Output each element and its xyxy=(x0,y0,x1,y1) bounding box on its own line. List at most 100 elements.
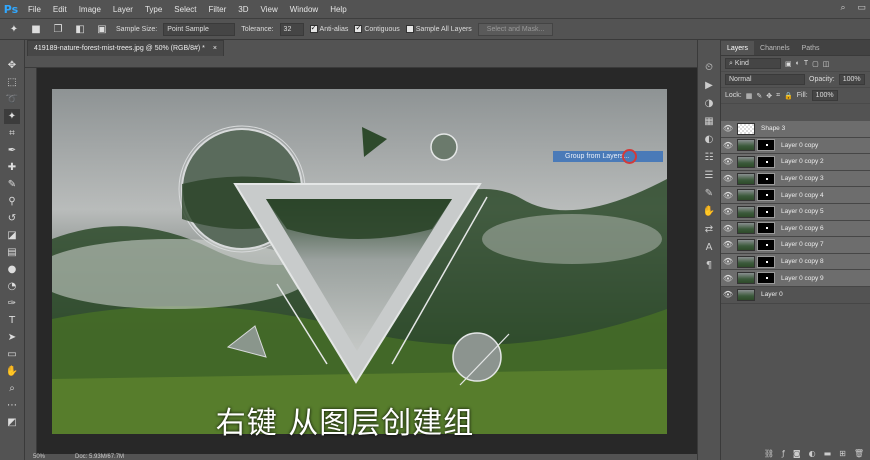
context-menu-item-group-from-layers[interactable]: Group from Layers... xyxy=(553,151,663,162)
blend-mode-select[interactable]: Normal xyxy=(725,74,805,85)
visibility-eye-icon[interactable]: 👁 xyxy=(721,157,735,166)
color-icon[interactable]: ◑ xyxy=(702,96,716,110)
lasso-tool-icon[interactable]: ➰ xyxy=(4,92,20,107)
canvas-image[interactable] xyxy=(52,89,667,434)
color-swatches-icon[interactable]: ◩ xyxy=(4,415,20,430)
layer-row[interactable]: 👁 Layer 0 copy 5 xyxy=(721,203,870,221)
lock-artboard-icon[interactable]: ⌗ xyxy=(776,92,780,100)
visibility-eye-icon[interactable]: 👁 xyxy=(721,274,735,283)
magic-wand-tool-icon[interactable]: ✦ xyxy=(4,109,20,124)
opacity-input[interactable]: 100% xyxy=(838,74,865,85)
menu-window[interactable]: Window xyxy=(284,5,324,14)
layer-row[interactable]: 👁 Layer 0 copy xyxy=(721,137,870,155)
clone-source-icon[interactable]: ✋ xyxy=(702,204,716,218)
move-tool-icon[interactable]: ✥ xyxy=(4,58,20,73)
visibility-eye-icon[interactable]: 👁 xyxy=(721,141,735,150)
new-group-icon[interactable]: ▬ xyxy=(824,449,832,458)
contiguous-option[interactable]: Contiguous xyxy=(354,23,400,33)
workspace-icon[interactable]: ▭ xyxy=(857,2,866,13)
libraries-icon[interactable]: ☷ xyxy=(702,150,716,164)
gradient-tool-icon[interactable]: ▤ xyxy=(4,245,20,260)
filter-smart-icon[interactable]: ◫ xyxy=(823,60,830,68)
filter-type-icon[interactable]: T xyxy=(804,60,808,67)
filter-pixel-icon[interactable]: ▣ xyxy=(785,60,792,68)
crop-tool-icon[interactable]: ⌗ xyxy=(4,126,20,141)
tab-layers[interactable]: Layers xyxy=(721,41,755,55)
intersect-selection-icon[interactable]: ▣ xyxy=(94,22,110,37)
select-and-mask-button[interactable]: Select and Mask... xyxy=(477,22,554,36)
close-tab-icon[interactable]: × xyxy=(213,45,217,52)
menu-help[interactable]: Help xyxy=(324,5,352,14)
zoom-tool-icon[interactable]: ⌕ xyxy=(4,381,20,396)
sample-all-layers-option[interactable]: Sample All Layers xyxy=(405,25,472,33)
eraser-tool-icon[interactable]: ◪ xyxy=(4,228,20,243)
filter-adjustment-icon[interactable]: ◐ xyxy=(796,60,800,67)
brush-tool-icon[interactable]: ✎ xyxy=(4,177,20,192)
lock-position-icon[interactable]: ✥ xyxy=(766,92,772,100)
add-mask-icon[interactable]: ◙ xyxy=(793,449,801,458)
layer-row[interactable]: 👁 Layer 0 copy 7 xyxy=(721,237,870,254)
menu-3d[interactable]: 3D xyxy=(232,5,254,14)
menu-file[interactable]: File xyxy=(22,5,47,14)
sample-size-select[interactable]: Point Sample xyxy=(163,22,236,36)
history-brush-icon[interactable]: ↺ xyxy=(4,211,20,226)
history-icon[interactable]: ⏲ xyxy=(702,60,716,74)
character-icon[interactable]: A xyxy=(702,240,716,254)
lock-all-icon[interactable]: 🔒 xyxy=(784,92,793,100)
type-tool-icon[interactable]: T xyxy=(4,313,20,328)
marquee-tool-icon[interactable]: ⬚ xyxy=(4,75,20,90)
menu-image[interactable]: Image xyxy=(73,5,107,14)
kind-filter-select[interactable]: ⌕ Kind xyxy=(725,58,781,69)
anti-alias-checkbox[interactable] xyxy=(309,23,318,33)
tolerance-input[interactable]: 32 xyxy=(279,22,304,36)
visibility-eye-icon[interactable]: 👁 xyxy=(721,224,735,233)
tab-channels[interactable]: Channels xyxy=(754,41,796,55)
adjustments-icon[interactable]: ◐ xyxy=(702,132,716,146)
hand-tool-icon[interactable]: ✋ xyxy=(4,364,20,379)
contiguous-checkbox[interactable] xyxy=(354,23,363,33)
visibility-eye-icon[interactable]: 👁 xyxy=(721,257,735,266)
tool-presets-icon[interactable]: ⇄ xyxy=(702,222,716,236)
filter-shape-icon[interactable]: ▢ xyxy=(812,60,819,68)
layer-row[interactable]: 👁 Shape 3 xyxy=(721,121,870,138)
shape-tool-icon[interactable]: ▭ xyxy=(4,347,20,362)
layer-row[interactable]: 👁 Layer 0 copy 4 xyxy=(721,187,870,204)
document-tab[interactable]: 419189-nature-forest-mist-trees.jpg @ 50… xyxy=(27,40,224,56)
paragraph-icon[interactable]: ¶ xyxy=(702,258,716,272)
menu-select[interactable]: Select xyxy=(168,5,202,14)
eyedropper-tool-icon[interactable]: ✒ xyxy=(4,143,20,158)
visibility-eye-icon[interactable]: 👁 xyxy=(721,124,735,133)
anti-alias-option[interactable]: Anti-alias xyxy=(309,23,348,33)
canvas-area[interactable]: Group from Layers... xyxy=(25,56,697,454)
lock-transparent-icon[interactable]: ▦ xyxy=(746,92,753,100)
magic-wand-icon[interactable]: ✦ xyxy=(6,22,22,37)
visibility-eye-icon[interactable]: 👁 xyxy=(721,191,735,200)
dodge-tool-icon[interactable]: ◔ xyxy=(4,279,20,294)
lock-pixels-icon[interactable]: ✎ xyxy=(756,92,762,100)
layer-row[interactable]: 👁 Layer 0 copy 2 xyxy=(721,154,870,171)
swatches-icon[interactable]: ▦ xyxy=(702,114,716,128)
search-icon[interactable]: ⌕ xyxy=(840,2,845,13)
healing-brush-icon[interactable]: ✚ xyxy=(4,160,20,175)
layer-row[interactable]: 👁 Layer 0 copy 9 xyxy=(721,270,870,287)
menu-edit[interactable]: Edit xyxy=(47,5,73,14)
path-selection-icon[interactable]: ➤ xyxy=(4,330,20,345)
sample-all-layers-checkbox[interactable] xyxy=(405,25,414,33)
menu-filter[interactable]: Filter xyxy=(203,5,233,14)
visibility-eye-icon[interactable]: 👁 xyxy=(721,240,735,249)
link-layers-icon[interactable]: ⛓ xyxy=(764,449,774,458)
visibility-eye-icon[interactable]: 👁 xyxy=(721,290,735,299)
properties-icon[interactable]: ☰ xyxy=(702,168,716,182)
tab-paths[interactable]: Paths xyxy=(796,41,826,55)
new-selection-icon[interactable]: ■ xyxy=(28,22,44,37)
menu-type[interactable]: Type xyxy=(139,5,168,14)
menu-layer[interactable]: Layer xyxy=(107,5,139,14)
visibility-eye-icon[interactable]: 👁 xyxy=(721,207,735,216)
more-tools-icon[interactable]: ⋯ xyxy=(4,398,20,413)
zoom-level[interactable]: 50% xyxy=(33,454,45,460)
add-selection-icon[interactable]: ❐ xyxy=(50,22,66,37)
layer-row[interactable]: 👁 Layer 0 xyxy=(721,286,870,304)
pen-tool-icon[interactable]: ✑ xyxy=(4,296,20,311)
fill-input[interactable]: 100% xyxy=(811,90,838,101)
layer-row[interactable]: 👁 Layer 0 copy 3 xyxy=(721,170,870,188)
